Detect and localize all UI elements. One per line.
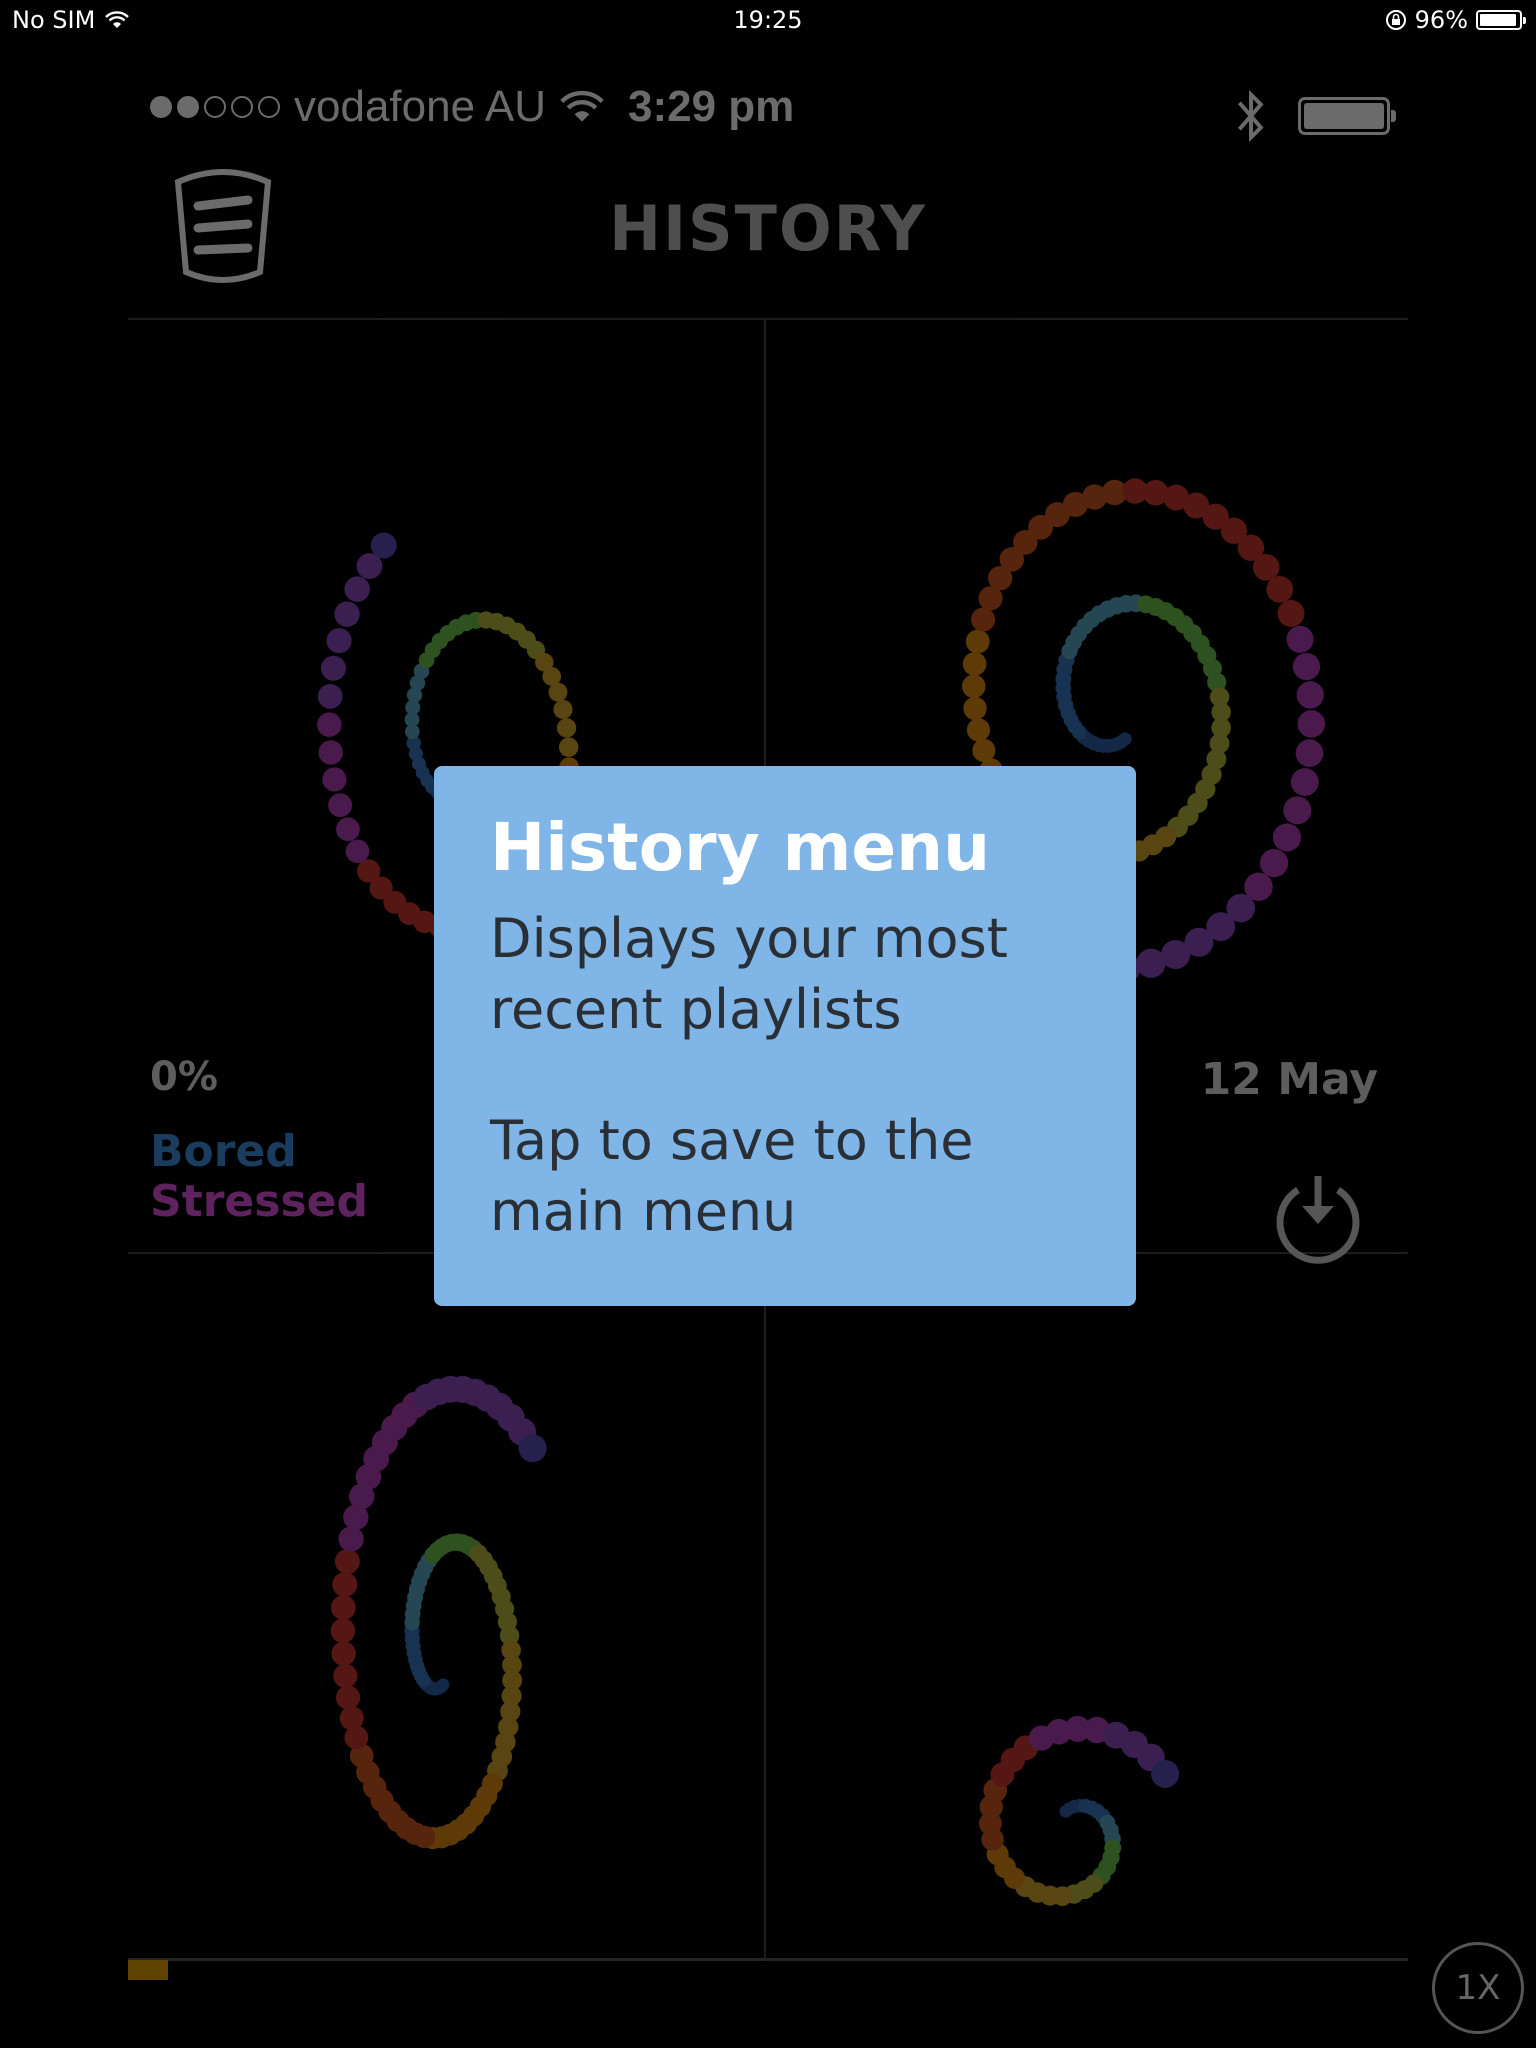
system-time: 19:25	[733, 6, 803, 34]
tile-date: 12 May	[1200, 1054, 1378, 1105]
battery-icon	[1476, 10, 1526, 30]
spiral-dot	[1259, 848, 1289, 878]
system-battery-percent: 96%	[1414, 6, 1468, 34]
spiral-dot	[370, 532, 397, 559]
spiral-dot	[334, 601, 360, 627]
spiral-dot	[1297, 710, 1326, 738]
tooltip-title: History menu	[490, 809, 991, 886]
spiral-dot	[320, 655, 346, 681]
battery-icon	[1298, 97, 1396, 135]
spiral-dot	[1151, 1759, 1180, 1788]
playlist-tile-bottom-right[interactable]	[940, 1692, 1200, 1962]
progress-track	[128, 1958, 1408, 1961]
signal-strength-icon	[150, 96, 280, 118]
spiral-dot	[331, 1641, 356, 1666]
tooltip-history-menu[interactable]: History menu Displays your most recent p…	[434, 766, 1136, 1306]
spiral-dot	[1136, 948, 1166, 978]
spiral-dot	[326, 628, 352, 654]
tooltip-description: Displays your most recent playlists	[490, 906, 1008, 1041]
playlist-tile-bottom-left[interactable]	[260, 1352, 630, 1952]
spiral-dot	[965, 629, 990, 654]
save-download-icon[interactable]	[1268, 1168, 1368, 1268]
progress-bar-fill	[128, 1960, 168, 1980]
system-status-bar: No SIM 19:25 96%	[0, 0, 1536, 42]
wifi-icon	[560, 90, 604, 122]
app-carrier: vodafone AU	[294, 82, 546, 131]
speed-button[interactable]: 1X	[1432, 1942, 1524, 2034]
tooltip-instruction: Tap to save to the main menu	[490, 1109, 974, 1244]
spiral-dot	[963, 696, 987, 721]
spiral-dot	[961, 674, 986, 699]
spiral-dot	[1272, 823, 1302, 852]
rotation-lock-icon	[1385, 10, 1406, 30]
app-time: 3:29 pm	[627, 82, 795, 131]
spiral-dot	[318, 740, 343, 765]
spiral-dot	[1283, 796, 1312, 825]
mood-label-bored: Bored	[150, 1126, 297, 1177]
system-status-right: 96%	[1385, 6, 1526, 34]
spiral-dot	[317, 683, 343, 709]
spiral-dot	[1277, 599, 1305, 627]
spiral-dot	[336, 817, 360, 842]
spiral-dot	[333, 1663, 358, 1689]
spiral-dot	[339, 1706, 364, 1731]
spiral-dot	[966, 718, 991, 742]
spiral-dot	[962, 652, 987, 676]
spiral-dot	[338, 1526, 364, 1552]
app-status-bar: vodafone AU 3:29 pm	[150, 82, 1396, 144]
spiral-dot	[972, 738, 996, 762]
spiral-dot	[553, 699, 573, 720]
spiral-dot	[1266, 575, 1294, 603]
spiral-dot	[1290, 768, 1319, 796]
spiral-dot	[1296, 681, 1324, 709]
tile-percent: 0%	[150, 1054, 218, 1100]
bluetooth-icon	[1237, 89, 1264, 143]
spiral-dot	[556, 718, 577, 738]
spiral-dot	[518, 1434, 547, 1463]
app-status-left: vodafone AU 3:29 pm	[150, 82, 794, 132]
spiral-dot	[1292, 653, 1321, 681]
spiral-dot	[356, 859, 381, 883]
header-divider	[128, 318, 1408, 320]
spiral-dot	[328, 793, 353, 818]
app-status-right	[1234, 88, 1396, 144]
spiral-dot	[971, 607, 996, 632]
spiral-dot	[344, 576, 370, 602]
spiral-dot	[317, 712, 342, 737]
spiral-dot	[332, 1572, 358, 1597]
spiral-dot	[330, 1618, 356, 1644]
spiral-dot	[334, 1548, 360, 1575]
spiral-dot	[330, 1595, 356, 1620]
spiral-dot	[1295, 739, 1324, 767]
spiral-dot	[345, 839, 370, 864]
spiral-dot	[558, 737, 579, 757]
mood-label-stressed: Stressed	[150, 1176, 368, 1227]
spiral-dot	[548, 682, 568, 702]
spiral-dot	[322, 767, 347, 792]
page-title: HISTORY	[609, 192, 927, 265]
spiral-dot	[336, 1685, 361, 1710]
spiral-dot	[1286, 625, 1314, 653]
